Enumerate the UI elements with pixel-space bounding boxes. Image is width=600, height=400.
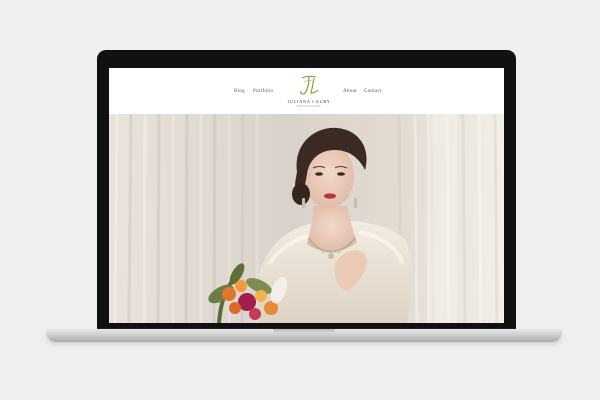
logo-name: JULIANA LAURY (287, 99, 331, 104)
bride-portrait-photo (109, 114, 504, 323)
nav-link-blog[interactable]: Blog (234, 89, 245, 94)
logo-monogram-icon (300, 75, 319, 95)
site-logo[interactable]: JULIANA LAURY PHOTOGRAPHY (284, 74, 334, 110)
nav-link-portfolio[interactable]: Portfolio (253, 89, 273, 94)
laptop-mockup-scene: Blog Portfolio JULIANA LAURY PHOTOGRAPHY… (0, 0, 600, 400)
laptop-lid: Blog Portfolio JULIANA LAURY PHOTOGRAPHY… (97, 50, 516, 329)
laptop-screen: Blog Portfolio JULIANA LAURY PHOTOGRAPHY… (109, 68, 504, 323)
logo-tagline: PHOTOGRAPHY (296, 105, 322, 108)
nav-link-about[interactable]: About (343, 89, 357, 94)
laptop-base-notch (273, 329, 335, 333)
hero-image (109, 114, 504, 323)
site-header: Blog Portfolio JULIANA LAURY PHOTOGRAPHY… (109, 68, 504, 114)
nav-link-contact[interactable]: Contact (364, 89, 382, 94)
